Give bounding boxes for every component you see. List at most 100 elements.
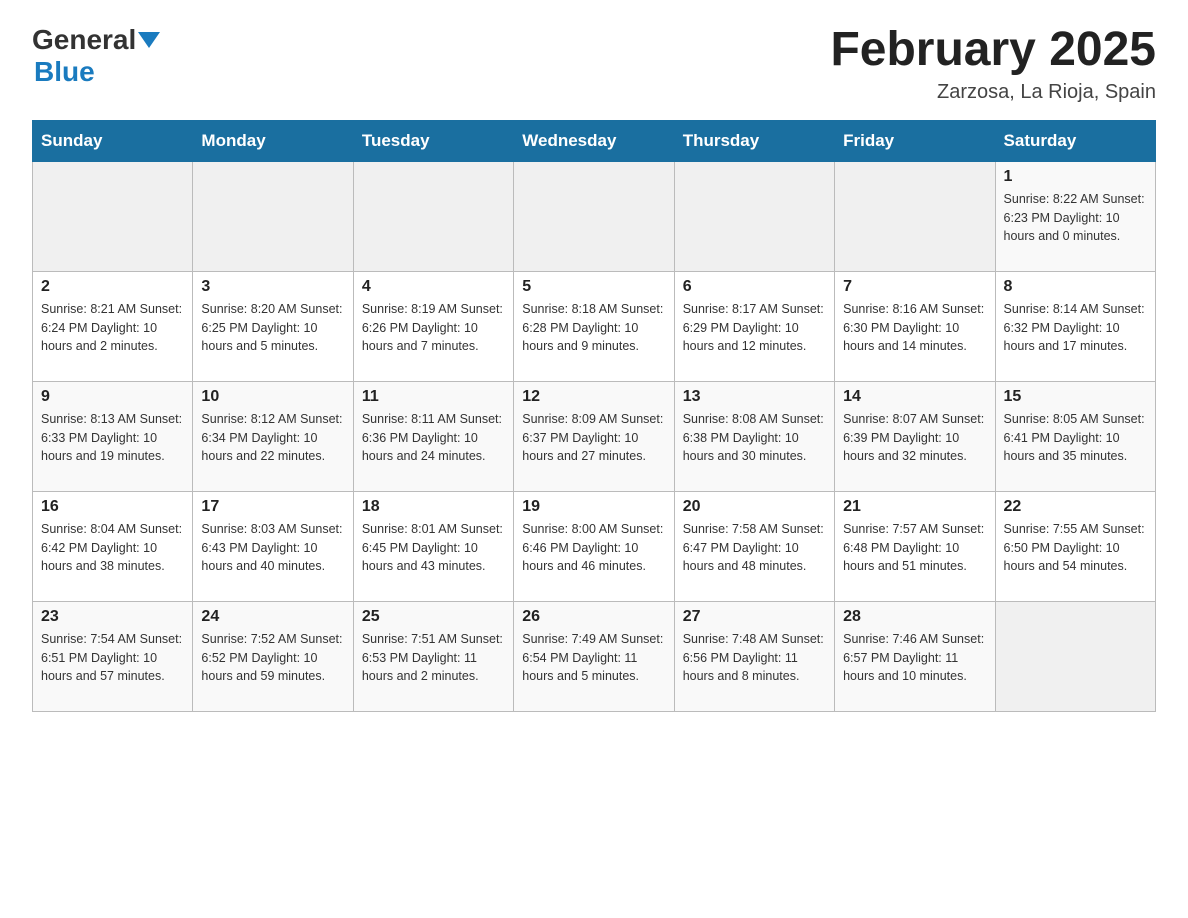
calendar-week-row: 9Sunrise: 8:13 AM Sunset: 6:33 PM Daylig… xyxy=(33,381,1156,491)
calendar-cell: 5 Sunrise: 8:18 AM Sunset: 6:28 PM Daylig… xyxy=(514,271,674,381)
calendar-cell: 6Sunrise: 8:17 AM Sunset: 6:29 PM Daylig… xyxy=(674,271,834,381)
day-number: 14 xyxy=(843,388,986,406)
day-info: Sunrise: 7:49 AM Sunset: 6:54 PM Dayligh… xyxy=(522,630,665,686)
calendar-cell: 18 Sunrise: 8:01 AM Sunset: 6:45 PM Dayli… xyxy=(353,491,513,601)
day-number: 18 xyxy=(362,498,505,516)
calendar-cell: 22Sunrise: 7:55 AM Sunset: 6:50 PM Dayli… xyxy=(995,491,1155,601)
title-block: February 2025 Zarzosa, La Rioja, Spain xyxy=(830,24,1156,104)
day-info: Sunrise: 8:04 AM Sunset: 6:42 PM Dayligh… xyxy=(41,520,184,576)
weekday-header-sunday: Sunday xyxy=(33,120,193,161)
calendar-cell: 12 Sunrise: 8:09 AM Sunset: 6:37 PM Dayli… xyxy=(514,381,674,491)
weekday-header-tuesday: Tuesday xyxy=(353,120,513,161)
calendar-cell xyxy=(33,161,193,271)
calendar-cell xyxy=(835,161,995,271)
day-number: 27 xyxy=(683,608,826,626)
day-number: 7 xyxy=(843,278,986,296)
day-number: 8 xyxy=(1004,278,1147,296)
weekday-header-thursday: Thursday xyxy=(674,120,834,161)
day-number: 11 xyxy=(362,388,505,406)
day-info: Sunrise: 8:20 AM Sunset: 6:25 PM Dayligh… xyxy=(201,300,344,356)
day-number: 16 xyxy=(41,498,184,516)
day-number: 1 xyxy=(1004,168,1147,186)
calendar-week-row: 2Sunrise: 8:21 AM Sunset: 6:24 PM Daylig… xyxy=(33,271,1156,381)
weekday-header-wednesday: Wednesday xyxy=(514,120,674,161)
day-number: 24 xyxy=(201,608,344,626)
day-info: Sunrise: 7:48 AM Sunset: 6:56 PM Dayligh… xyxy=(683,630,826,686)
day-info: Sunrise: 8:03 AM Sunset: 6:43 PM Dayligh… xyxy=(201,520,344,576)
calendar-cell: 9Sunrise: 8:13 AM Sunset: 6:33 PM Daylig… xyxy=(33,381,193,491)
calendar-cell: 23Sunrise: 7:54 AM Sunset: 6:51 PM Dayli… xyxy=(33,601,193,711)
logo: General Blue xyxy=(32,24,160,88)
calendar-cell xyxy=(193,161,353,271)
day-number: 12 xyxy=(522,388,665,406)
calendar-table: SundayMondayTuesdayWednesdayThursdayFrid… xyxy=(32,120,1156,712)
day-info: Sunrise: 8:01 AM Sunset: 6:45 PM Dayligh… xyxy=(362,520,505,576)
day-info: Sunrise: 8:11 AM Sunset: 6:36 PM Dayligh… xyxy=(362,410,505,466)
calendar-week-row: 23Sunrise: 7:54 AM Sunset: 6:51 PM Dayli… xyxy=(33,601,1156,711)
day-number: 26 xyxy=(522,608,665,626)
day-info: Sunrise: 7:51 AM Sunset: 6:53 PM Dayligh… xyxy=(362,630,505,686)
day-info: Sunrise: 8:00 AM Sunset: 6:46 PM Dayligh… xyxy=(522,520,665,576)
calendar-cell: 19Sunrise: 8:00 AM Sunset: 6:46 PM Dayli… xyxy=(514,491,674,601)
day-info: Sunrise: 7:57 AM Sunset: 6:48 PM Dayligh… xyxy=(843,520,986,576)
calendar-cell xyxy=(514,161,674,271)
day-info: Sunrise: 8:09 AM Sunset: 6:37 PM Dayligh… xyxy=(522,410,665,466)
day-info: Sunrise: 8:16 AM Sunset: 6:30 PM Dayligh… xyxy=(843,300,986,356)
calendar-cell: 21 Sunrise: 7:57 AM Sunset: 6:48 PM Dayli… xyxy=(835,491,995,601)
day-number: 25 xyxy=(362,608,505,626)
logo-blue: Blue xyxy=(34,56,95,87)
day-info: Sunrise: 8:22 AM Sunset: 6:23 PM Dayligh… xyxy=(1004,190,1147,246)
calendar-cell: 8 Sunrise: 8:14 AM Sunset: 6:32 PM Daylig… xyxy=(995,271,1155,381)
day-info: Sunrise: 8:14 AM Sunset: 6:32 PM Dayligh… xyxy=(1004,300,1147,356)
day-info: Sunrise: 8:12 AM Sunset: 6:34 PM Dayligh… xyxy=(201,410,344,466)
calendar-cell: 10 Sunrise: 8:12 AM Sunset: 6:34 PM Dayli… xyxy=(193,381,353,491)
page-header: General Blue February 2025 Zarzosa, La R… xyxy=(32,24,1156,104)
day-info: Sunrise: 8:18 AM Sunset: 6:28 PM Dayligh… xyxy=(522,300,665,356)
day-info: Sunrise: 8:13 AM Sunset: 6:33 PM Dayligh… xyxy=(41,410,184,466)
day-info: Sunrise: 7:55 AM Sunset: 6:50 PM Dayligh… xyxy=(1004,520,1147,576)
calendar-cell: 28 Sunrise: 7:46 AM Sunset: 6:57 PM Dayli… xyxy=(835,601,995,711)
calendar-cell: 1 Sunrise: 8:22 AM Sunset: 6:23 PM Daylig… xyxy=(995,161,1155,271)
weekday-header-monday: Monday xyxy=(193,120,353,161)
day-number: 13 xyxy=(683,388,826,406)
day-info: Sunrise: 7:54 AM Sunset: 6:51 PM Dayligh… xyxy=(41,630,184,686)
logo-general: General xyxy=(32,24,136,56)
day-info: Sunrise: 8:08 AM Sunset: 6:38 PM Dayligh… xyxy=(683,410,826,466)
day-number: 10 xyxy=(201,388,344,406)
logo-arrow-icon xyxy=(138,28,160,50)
day-info: Sunrise: 7:58 AM Sunset: 6:47 PM Dayligh… xyxy=(683,520,826,576)
calendar-cell: 15 Sunrise: 8:05 AM Sunset: 6:41 PM Dayli… xyxy=(995,381,1155,491)
day-info: Sunrise: 7:52 AM Sunset: 6:52 PM Dayligh… xyxy=(201,630,344,686)
calendar-cell: 17Sunrise: 8:03 AM Sunset: 6:43 PM Dayli… xyxy=(193,491,353,601)
day-number: 5 xyxy=(522,278,665,296)
day-info: Sunrise: 8:05 AM Sunset: 6:41 PM Dayligh… xyxy=(1004,410,1147,466)
calendar-cell: 20 Sunrise: 7:58 AM Sunset: 6:47 PM Dayli… xyxy=(674,491,834,601)
weekday-header-row: SundayMondayTuesdayWednesdayThursdayFrid… xyxy=(33,120,1156,161)
calendar-cell: 16 Sunrise: 8:04 AM Sunset: 6:42 PM Dayli… xyxy=(33,491,193,601)
calendar-cell xyxy=(995,601,1155,711)
day-info: Sunrise: 7:46 AM Sunset: 6:57 PM Dayligh… xyxy=(843,630,986,686)
day-info: Sunrise: 8:19 AM Sunset: 6:26 PM Dayligh… xyxy=(362,300,505,356)
calendar-cell: 2Sunrise: 8:21 AM Sunset: 6:24 PM Daylig… xyxy=(33,271,193,381)
calendar-week-row: 1 Sunrise: 8:22 AM Sunset: 6:23 PM Daylig… xyxy=(33,161,1156,271)
calendar-cell: 11 Sunrise: 8:11 AM Sunset: 6:36 PM Dayli… xyxy=(353,381,513,491)
day-number: 3 xyxy=(201,278,344,296)
day-info: Sunrise: 8:07 AM Sunset: 6:39 PM Dayligh… xyxy=(843,410,986,466)
calendar-cell: 3 Sunrise: 8:20 AM Sunset: 6:25 PM Daylig… xyxy=(193,271,353,381)
day-number: 2 xyxy=(41,278,184,296)
day-number: 21 xyxy=(843,498,986,516)
day-info: Sunrise: 8:17 AM Sunset: 6:29 PM Dayligh… xyxy=(683,300,826,356)
calendar-cell: 25 Sunrise: 7:51 AM Sunset: 6:53 PM Dayli… xyxy=(353,601,513,711)
calendar-cell xyxy=(353,161,513,271)
weekday-header-saturday: Saturday xyxy=(995,120,1155,161)
calendar-cell: 24 Sunrise: 7:52 AM Sunset: 6:52 PM Dayli… xyxy=(193,601,353,711)
calendar-cell: 27 Sunrise: 7:48 AM Sunset: 6:56 PM Dayli… xyxy=(674,601,834,711)
weekday-header-friday: Friday xyxy=(835,120,995,161)
day-number: 15 xyxy=(1004,388,1147,406)
calendar-cell: 13 Sunrise: 8:08 AM Sunset: 6:38 PM Dayli… xyxy=(674,381,834,491)
calendar-cell: 4Sunrise: 8:19 AM Sunset: 6:26 PM Daylig… xyxy=(353,271,513,381)
day-number: 28 xyxy=(843,608,986,626)
calendar-cell xyxy=(674,161,834,271)
calendar-title: February 2025 xyxy=(830,24,1156,77)
day-number: 20 xyxy=(683,498,826,516)
